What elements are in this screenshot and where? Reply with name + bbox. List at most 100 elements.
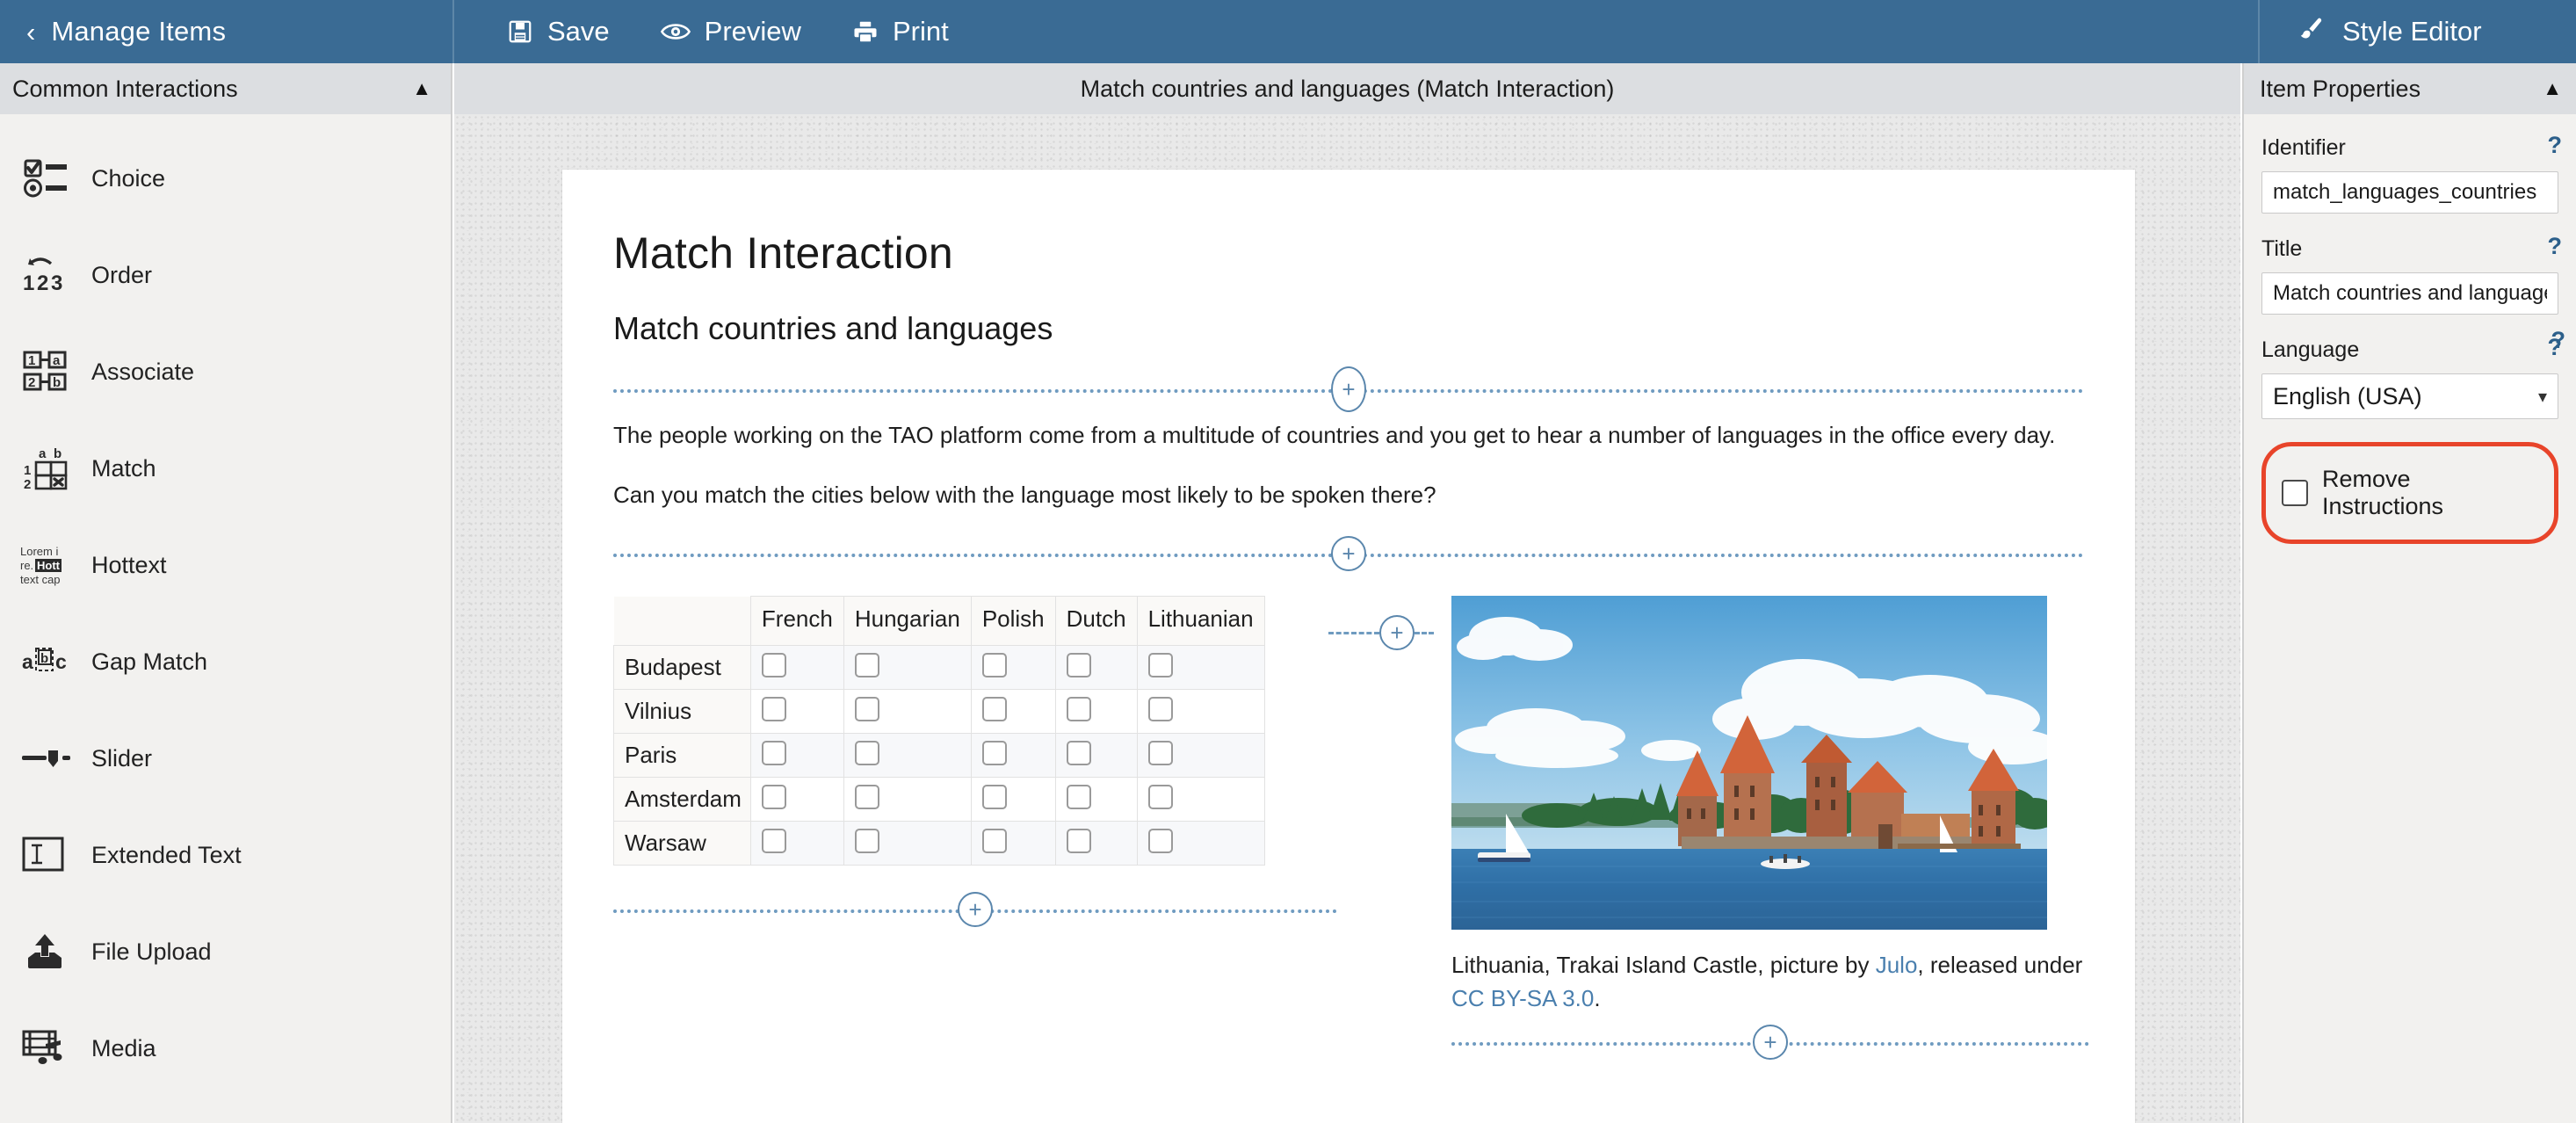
- caption-link-author[interactable]: Julo: [1876, 952, 1918, 978]
- plus-in-circle-icon[interactable]: +: [1753, 1024, 1788, 1060]
- match-checkbox[interactable]: [1066, 653, 1091, 678]
- match-checkbox[interactable]: [1066, 785, 1091, 810]
- question-mark-icon[interactable]: ?: [2551, 327, 2566, 354]
- page-title: Match Interaction: [613, 228, 953, 278]
- plus-in-circle-icon[interactable]: +: [958, 892, 993, 928]
- match-cell[interactable]: [1054, 821, 1138, 866]
- match-checkbox[interactable]: [854, 697, 879, 722]
- match-cell[interactable]: [1054, 777, 1138, 822]
- match-cell[interactable]: [1136, 777, 1265, 822]
- sidebar-item-gap-match[interactable]: a b c Gap Match: [0, 613, 451, 710]
- match-cell[interactable]: [1054, 733, 1138, 779]
- caption-link-license[interactable]: CC BY-SA 3.0: [1451, 985, 1594, 1011]
- match-table: French Hungarian Polish Dutch Lithuanian: [613, 596, 1265, 866]
- match-checkbox[interactable]: [854, 741, 879, 766]
- print-button[interactable]: Print: [835, 0, 982, 63]
- match-cell[interactable]: [970, 821, 1056, 866]
- match-checkbox[interactable]: [1147, 697, 1173, 722]
- match-checkbox[interactable]: [761, 829, 786, 854]
- sidebar-item-label: File Upload: [91, 938, 212, 965]
- sidebar-item-match[interactable]: a b 1 2 Match: [0, 420, 451, 517]
- match-checkbox[interactable]: [854, 653, 879, 678]
- chevron-up-icon[interactable]: ▲: [412, 79, 431, 98]
- plus-in-circle-icon[interactable]: +: [1379, 615, 1415, 651]
- match-checkbox[interactable]: [981, 653, 1007, 678]
- row-header: Warsaw: [613, 821, 751, 866]
- question-mark-icon[interactable]: ?: [2548, 132, 2563, 159]
- caption-text-pre: Lithuania, Trakai Island Castle, picture…: [1451, 952, 1876, 979]
- common-interactions-header[interactable]: Common Interactions ▲: [0, 63, 451, 114]
- save-button[interactable]: Save: [489, 0, 643, 63]
- match-cell[interactable]: [970, 777, 1056, 822]
- match-checkbox[interactable]: [1147, 785, 1173, 810]
- sidebar-item-label: Order: [91, 261, 153, 288]
- match-checkbox[interactable]: [761, 785, 786, 810]
- remove-instructions-checkbox[interactable]: [2282, 480, 2308, 506]
- sidebar-item-associate[interactable]: 1 a 2 b Associate: [0, 323, 451, 420]
- match-checkbox[interactable]: [854, 785, 879, 810]
- match-cell[interactable]: [843, 645, 972, 691]
- sidebar-item-order[interactable]: 1 2 3 Order: [0, 227, 451, 323]
- question-mark-icon[interactable]: ?: [2548, 233, 2563, 260]
- match-cell[interactable]: [749, 689, 844, 735]
- svg-text:a: a: [53, 353, 61, 368]
- match-cell[interactable]: [1136, 821, 1265, 866]
- style-editor-button[interactable]: Style Editor: [2258, 0, 2576, 63]
- match-checkbox[interactable]: [854, 829, 879, 854]
- match-checkbox[interactable]: [761, 653, 786, 678]
- chevron-up-icon[interactable]: ▲: [2543, 79, 2562, 98]
- match-checkbox[interactable]: [1147, 829, 1173, 854]
- match-cell[interactable]: [970, 689, 1056, 735]
- match-cell[interactable]: [749, 733, 844, 779]
- language-select[interactable]: English (USA) ▾: [2261, 373, 2558, 419]
- sidebar-item-slider[interactable]: Slider: [0, 710, 451, 807]
- match-cell[interactable]: [970, 733, 1056, 779]
- match-checkbox[interactable]: [1066, 697, 1091, 722]
- title-input[interactable]: [2261, 272, 2558, 315]
- match-cell[interactable]: [749, 821, 844, 866]
- match-cell[interactable]: [1136, 733, 1265, 779]
- match-checkbox[interactable]: [981, 829, 1007, 854]
- paint-brush-icon: [2297, 16, 2325, 48]
- item-properties-header[interactable]: Item Properties ▲: [2244, 63, 2576, 114]
- match-cell[interactable]: [970, 645, 1056, 691]
- match-cell[interactable]: [1054, 645, 1138, 691]
- preview-label: Preview: [704, 16, 801, 47]
- language-selected-value: English (USA): [2273, 382, 2422, 409]
- plus-in-circle-icon[interactable]: +: [1331, 366, 1366, 412]
- match-checkbox[interactable]: [1147, 741, 1173, 766]
- sidebar-item-hottext[interactable]: Lorem i re. Hott text cap Hottext: [0, 517, 451, 613]
- back-to-manage-items-button[interactable]: ‹ Manage Items: [0, 0, 454, 63]
- match-cell[interactable]: [1136, 689, 1265, 735]
- svg-text:2: 2: [28, 375, 35, 390]
- match-cell[interactable]: [843, 733, 972, 779]
- match-checkbox[interactable]: [761, 697, 786, 722]
- sidebar-item-extended-text[interactable]: Extended Text: [0, 807, 451, 903]
- column-header: Lithuanian: [1136, 596, 1265, 647]
- match-cell[interactable]: [843, 821, 972, 866]
- match-cell[interactable]: [1054, 689, 1138, 735]
- match-cell[interactable]: [749, 645, 844, 691]
- floppy-disk-icon: [507, 18, 533, 45]
- svg-text:b: b: [40, 651, 48, 666]
- match-cell[interactable]: [1136, 645, 1265, 691]
- match-checkbox[interactable]: [761, 741, 786, 766]
- sidebar-item-choice[interactable]: Choice: [0, 130, 451, 227]
- match-cell[interactable]: [843, 689, 972, 735]
- match-checkbox[interactable]: [981, 741, 1007, 766]
- match-checkbox[interactable]: [1147, 653, 1173, 678]
- match-checkbox[interactable]: [981, 697, 1007, 722]
- match-checkbox[interactable]: [1066, 741, 1091, 766]
- plus-in-circle-icon[interactable]: +: [1331, 536, 1366, 572]
- sidebar-item-file-upload[interactable]: File Upload: [0, 903, 451, 1000]
- match-checkbox[interactable]: [1066, 829, 1091, 854]
- sidebar-item-media[interactable]: Media: [0, 1000, 451, 1097]
- preview-button[interactable]: Preview: [643, 0, 835, 63]
- match-cell[interactable]: [749, 777, 844, 822]
- item-properties-body: ? Identifier ? Title ? Language English …: [2244, 114, 2576, 544]
- match-cell[interactable]: [843, 777, 972, 822]
- top-toolbar: ‹ Manage Items Save Preview Print Style …: [0, 0, 2576, 63]
- identifier-input[interactable]: [2261, 171, 2558, 214]
- match-checkbox[interactable]: [981, 785, 1007, 810]
- media-icon: [19, 1021, 74, 1076]
